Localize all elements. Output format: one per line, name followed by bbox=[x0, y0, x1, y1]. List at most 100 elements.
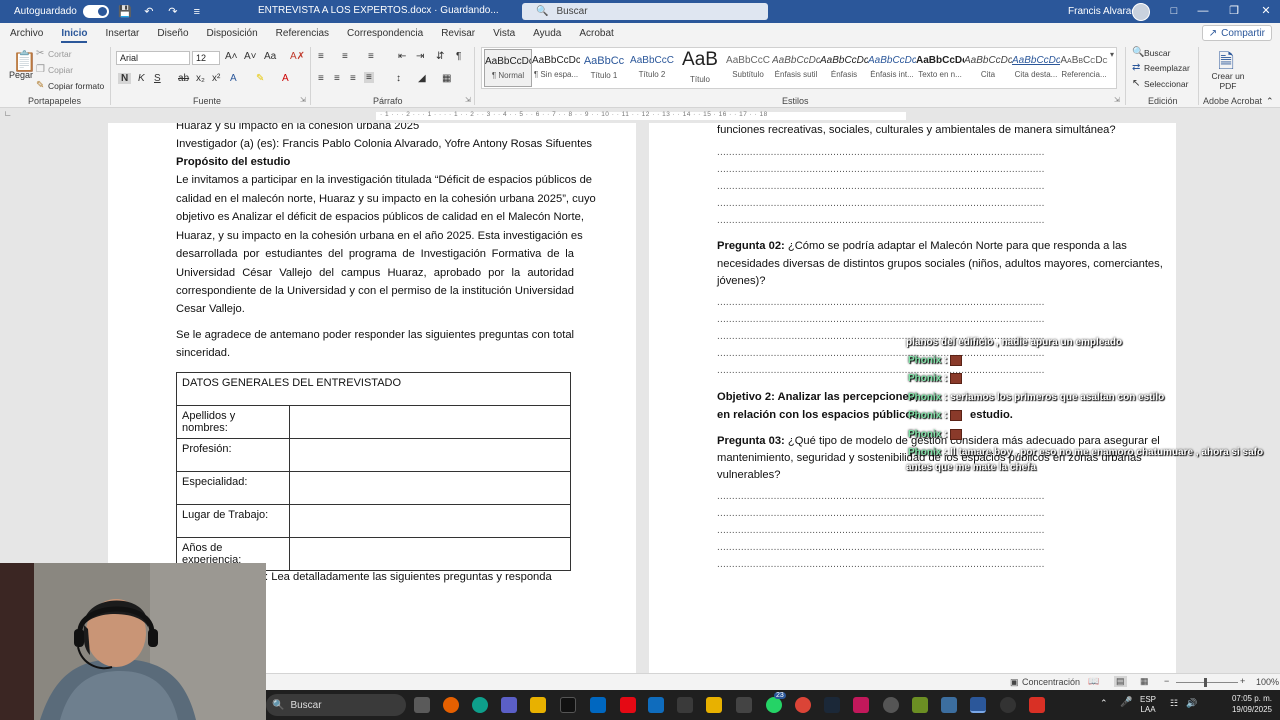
find-icon[interactable]: 🔍 bbox=[1132, 47, 1144, 58]
focus-icon[interactable]: ▣ bbox=[1010, 677, 1019, 688]
collapse-ribbon-icon[interactable]: ⌃ bbox=[1266, 96, 1274, 107]
zoom-slider-thumb[interactable] bbox=[1204, 678, 1207, 687]
document-title[interactable]: ENTREVISTA A LOS EXPERTOS.docx · Guardan… bbox=[258, 5, 499, 16]
tray-overflow-icon[interactable]: ⌃ bbox=[1100, 698, 1108, 709]
table-input-cell[interactable] bbox=[289, 504, 571, 538]
table-input-cell[interactable] bbox=[289, 438, 571, 472]
style-item[interactable]: AaBbCcDc ¶ Normal bbox=[484, 49, 532, 87]
app-icon[interactable] bbox=[677, 697, 693, 713]
superscript-icon[interactable]: x² bbox=[212, 73, 220, 84]
task-view-icon[interactable] bbox=[414, 697, 430, 713]
table-input-cell[interactable] bbox=[289, 471, 571, 505]
tab-revisar[interactable]: Revisar bbox=[432, 28, 484, 43]
style-item[interactable]: AaBbCcDc ¶ Sin espa... bbox=[532, 49, 580, 87]
app-icon[interactable] bbox=[853, 697, 869, 713]
steam-icon[interactable] bbox=[824, 697, 840, 713]
italic-icon[interactable]: K bbox=[138, 73, 145, 84]
create-pdf-button[interactable]: Crear un PDF bbox=[1206, 71, 1250, 91]
word-icon[interactable] bbox=[970, 697, 986, 713]
cut-button[interactable]: Cortar bbox=[48, 49, 72, 59]
style-item[interactable]: AaBbCcDc Énfasis int... bbox=[868, 49, 916, 87]
store-icon[interactable] bbox=[590, 697, 606, 713]
zoom-out-icon[interactable]: − bbox=[1164, 676, 1169, 686]
answer-line[interactable]: ........................................… bbox=[717, 198, 1109, 209]
tab-inicio[interactable]: Inicio bbox=[52, 28, 96, 43]
decrease-indent-icon[interactable]: ⇤ bbox=[398, 51, 406, 62]
chrome-icon[interactable] bbox=[795, 697, 811, 713]
line-spacing-icon[interactable]: ↕ bbox=[396, 73, 401, 84]
tab-archivo[interactable]: Archivo bbox=[0, 28, 52, 43]
clear-formatting-icon[interactable]: A✗ bbox=[290, 51, 305, 62]
answer-line[interactable]: ........................................… bbox=[717, 215, 1109, 226]
tiktok-icon[interactable] bbox=[560, 697, 576, 713]
style-item[interactable]: AaBbCcC Subtítulo bbox=[724, 49, 772, 87]
whatsapp-icon[interactable] bbox=[766, 697, 782, 713]
multilevel-list-icon[interactable]: ≡ bbox=[368, 51, 374, 62]
focus-mode-button[interactable]: Concentración bbox=[1022, 677, 1080, 687]
web-layout-icon[interactable]: ▦ bbox=[1140, 676, 1149, 687]
netflix-icon[interactable] bbox=[620, 697, 636, 713]
replace-button[interactable]: Reemplazar bbox=[1144, 63, 1190, 73]
answer-line[interactable]: ........................................… bbox=[717, 542, 1109, 553]
read-mode-icon[interactable]: 📖 bbox=[1088, 676, 1099, 687]
folder-icon[interactable] bbox=[706, 697, 722, 713]
text-effects-icon[interactable]: A bbox=[230, 73, 237, 84]
answer-line[interactable]: ........................................… bbox=[717, 491, 1109, 502]
cut-icon[interactable]: ✂ bbox=[36, 48, 44, 59]
borders-icon[interactable]: ▦ bbox=[442, 73, 451, 84]
app-icon[interactable] bbox=[912, 697, 928, 713]
paste-button[interactable]: Pegar bbox=[9, 70, 33, 80]
paragraph-dialog-launcher-icon[interactable]: ⇲ bbox=[465, 96, 471, 104]
style-item[interactable]: AaBbCcC Título 2 bbox=[628, 49, 676, 87]
shrink-font-icon[interactable]: A˅ bbox=[244, 51, 257, 62]
search-box[interactable]: 🔍 Buscar bbox=[522, 3, 768, 20]
autosave-toggle[interactable] bbox=[82, 5, 109, 18]
grow-font-icon[interactable]: A˄ bbox=[225, 51, 238, 62]
volume-icon[interactable]: 🔊 bbox=[1186, 698, 1197, 709]
style-item[interactable]: AaBbCc Título 1 bbox=[580, 49, 628, 87]
format-painter-button[interactable]: Copiar formato bbox=[48, 81, 104, 91]
ruler[interactable]: ∟ · 1 · · · 2 · · · 1 · · · · 1 · · 2 · … bbox=[0, 108, 1280, 123]
app-icon[interactable] bbox=[1000, 697, 1016, 713]
style-item[interactable]: AaBbCcDc Énfasis sutil bbox=[772, 49, 820, 87]
sort-icon[interactable]: ⇵ bbox=[436, 51, 444, 62]
app-icon[interactable] bbox=[736, 697, 752, 713]
minimize-icon[interactable]: — bbox=[1193, 3, 1213, 19]
customize-toolbar-icon[interactable]: ≡ bbox=[189, 5, 205, 19]
answer-line[interactable]: ........................................… bbox=[717, 508, 1109, 519]
close-icon[interactable]: ✕ bbox=[1256, 3, 1276, 19]
file-explorer-icon[interactable] bbox=[530, 697, 546, 713]
zoom-in-icon[interactable]: + bbox=[1240, 676, 1245, 686]
print-layout-icon[interactable]: ▤ bbox=[1114, 676, 1127, 687]
answer-line[interactable]: ........................................… bbox=[717, 525, 1109, 536]
tab-vista[interactable]: Vista bbox=[484, 28, 524, 43]
answer-line[interactable]: ........................................… bbox=[717, 164, 1109, 175]
tab-correspondencia[interactable]: Correspondencia bbox=[338, 28, 432, 43]
tab-ayuda[interactable]: Ayuda bbox=[524, 28, 570, 43]
bullets-icon[interactable]: ≡ bbox=[318, 51, 324, 62]
clock[interactable]: 07:05 p. m. 19/09/2025 bbox=[1232, 693, 1272, 715]
format-painter-icon[interactable]: ✎ bbox=[36, 80, 44, 91]
firefox-icon[interactable] bbox=[443, 697, 459, 713]
autosave[interactable]: Autoguardado bbox=[14, 5, 109, 18]
change-case-icon[interactable]: Aa bbox=[264, 51, 276, 62]
zoom-slider[interactable] bbox=[1176, 682, 1238, 683]
microphone-icon[interactable]: 🎤 bbox=[1120, 697, 1132, 708]
style-item[interactable]: AaBbCcDc Énfasis bbox=[820, 49, 868, 87]
save-icon[interactable]: 💾 bbox=[117, 5, 133, 19]
highlight-icon[interactable]: ✎ bbox=[256, 73, 264, 84]
avatar[interactable] bbox=[1132, 3, 1150, 21]
answer-line[interactable]: ........................................… bbox=[717, 559, 1109, 570]
font-family-select[interactable]: Arial bbox=[116, 51, 190, 65]
edge-icon[interactable] bbox=[472, 697, 488, 713]
align-right-icon[interactable]: ≡ bbox=[350, 73, 356, 84]
style-item[interactable]: AaB Título bbox=[676, 49, 724, 87]
styles-dialog-launcher-icon[interactable]: ⇲ bbox=[1114, 96, 1120, 104]
justify-icon[interactable]: ≡ bbox=[364, 72, 374, 83]
numbering-icon[interactable]: ≡ bbox=[342, 51, 348, 62]
ribbon-display-icon[interactable]: □ bbox=[1164, 3, 1184, 19]
tab-referencias[interactable]: Referencias bbox=[267, 28, 338, 43]
increase-indent-icon[interactable]: ⇥ bbox=[416, 51, 424, 62]
network-icon[interactable]: ☷ bbox=[1170, 698, 1178, 709]
strikethrough-icon[interactable]: ab bbox=[178, 73, 189, 84]
